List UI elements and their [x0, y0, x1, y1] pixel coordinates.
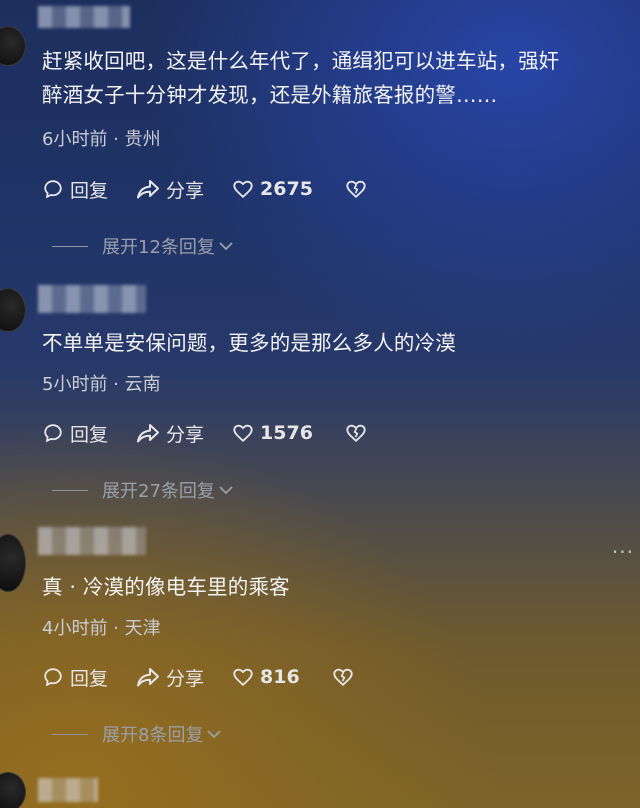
avatar[interactable] [0, 288, 26, 332]
dislike-button[interactable] [345, 178, 367, 200]
like-count: 816 [260, 666, 300, 688]
broken-heart-icon [346, 424, 366, 443]
expand-replies-label: 展开27条回复 [102, 481, 215, 502]
comment-text-line: 赶紧收回吧，这是什么年代了，通缉犯可以进车站，强奸 [42, 49, 560, 73]
comment-text-line: 不单单是安保问题，更多的是那么多人的冷漠 [42, 331, 456, 355]
comment-text-line: 醉酒女子十分钟才发现，还是外籍旅客报的警…… [42, 83, 498, 107]
reply-button[interactable]: 回复 [42, 176, 108, 203]
expand-replies-button[interactable]: 展开8条回复 [52, 721, 222, 747]
share-label: 分享 [166, 179, 205, 202]
comment-text: 不单单是安保问题，更多的是那么多人的冷漠 [42, 326, 632, 360]
more-options-icon[interactable]: ··· [612, 540, 634, 564]
comment-actions: 回复 分享 2675 [42, 175, 367, 203]
broken-heart-icon [333, 668, 353, 687]
share-arrow-icon [137, 180, 160, 199]
divider-line [52, 489, 88, 491]
heart-icon [233, 180, 253, 199]
username-blurred[interactable] [38, 527, 146, 555]
comment-meta: 6小时前 · 贵州 [42, 129, 161, 150]
like-button[interactable]: 2675 [232, 178, 313, 200]
username-blurred[interactable] [38, 285, 146, 313]
comment-text-line: 真 · 冷漠的像电车里的乘客 [42, 575, 290, 599]
like-count: 2675 [260, 178, 313, 200]
divider-line [52, 245, 88, 247]
share-arrow-icon [137, 668, 160, 687]
share-label: 分享 [166, 423, 205, 446]
expand-replies-label: 展开12条回复 [102, 237, 215, 258]
comment-text: 真 · 冷漠的像电车里的乘客 [42, 570, 632, 604]
reply-label: 回复 [70, 423, 109, 446]
expand-replies-button[interactable]: 展开27条回复 [52, 477, 234, 503]
comment-actions: 回复 分享 816 [42, 663, 354, 691]
reply-button[interactable]: 回复 [42, 664, 108, 691]
chevron-down-icon [219, 242, 233, 251]
like-count: 1576 [260, 422, 313, 444]
reply-label: 回复 [70, 179, 109, 202]
like-button[interactable]: 816 [232, 666, 300, 688]
comment-bubble-icon [44, 424, 62, 443]
reply-label: 回复 [70, 667, 109, 690]
reply-button[interactable]: 回复 [42, 420, 108, 447]
comment-text: 赶紧收回吧，这是什么年代了，通缉犯可以进车站，强奸 醉酒女子十分钟才发现，还是外… [42, 44, 632, 112]
heart-icon [233, 668, 253, 687]
avatar[interactable] [0, 772, 26, 808]
divider-line [52, 733, 88, 735]
username-blurred[interactable] [38, 778, 98, 802]
expand-replies-button[interactable]: 展开12条回复 [52, 233, 234, 259]
dislike-button[interactable] [345, 422, 367, 444]
share-button[interactable]: 分享 [136, 176, 204, 203]
heart-icon [233, 424, 253, 443]
avatar[interactable] [0, 534, 26, 592]
share-label: 分享 [166, 667, 205, 690]
share-button[interactable]: 分享 [136, 664, 204, 691]
expand-replies-label: 展开8条回复 [102, 725, 204, 746]
like-button[interactable]: 1576 [232, 422, 313, 444]
broken-heart-icon [346, 180, 366, 199]
comment-meta: 5小时前 · 云南 [42, 374, 161, 395]
chevron-down-icon [207, 730, 222, 739]
comment-bubble-icon [44, 668, 62, 687]
avatar[interactable] [0, 26, 26, 66]
comment-bubble-icon [44, 180, 62, 199]
comment-meta: 4小时前 · 天津 [42, 618, 161, 639]
share-arrow-icon [137, 424, 160, 443]
username-blurred[interactable] [38, 6, 130, 28]
comment-actions: 回复 分享 1576 [42, 419, 367, 447]
share-button[interactable]: 分享 [136, 420, 204, 447]
chevron-down-icon [219, 486, 233, 495]
dislike-button[interactable] [332, 666, 354, 688]
